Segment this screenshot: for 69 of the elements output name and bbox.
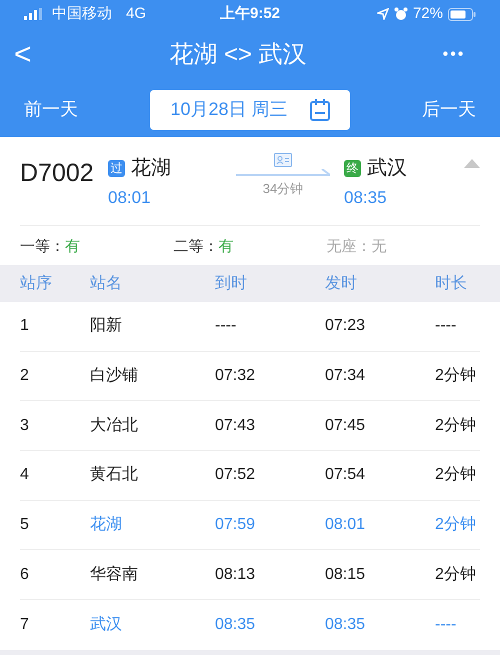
table-cell-text: 07:34: [325, 366, 366, 386]
column-header: 到时: [215, 274, 248, 294]
table-cell-text: 黄石北: [90, 464, 139, 486]
column-header: 发时: [325, 274, 358, 294]
previous-day-button[interactable]: 前一天: [24, 96, 94, 123]
table-cell-text: 2分钟: [435, 366, 477, 386]
column-header: 站名: [90, 274, 123, 294]
id-card-icon: [274, 153, 292, 167]
station-time: 08:01: [108, 187, 152, 209]
table-cell-text: 08:35: [215, 614, 256, 635]
table-cell-text: 2分钟: [435, 564, 477, 585]
column-header: 站序: [20, 274, 53, 294]
seat-availability: 无: [372, 237, 387, 257]
table-cell-text: 华容南: [90, 564, 139, 585]
seat-class-label: 无座：: [326, 237, 372, 257]
more-button[interactable]: •••: [422, 43, 486, 67]
seat-class-label: 二等：: [173, 237, 218, 257]
battery-percent: 72%: [412, 4, 443, 24]
table-cell-text: ----: [435, 614, 458, 635]
table-cell-text: 6: [20, 564, 30, 585]
table-cell-text: 大冶北: [90, 416, 139, 436]
table-cell-text: 08:13: [215, 564, 256, 585]
table-cell-text: 07:52: [215, 465, 256, 486]
calendar-icon: [310, 98, 330, 120]
alarm-icon: [394, 7, 408, 21]
table-cell-text: 2: [20, 366, 30, 386]
station-time: 08:35: [344, 187, 388, 209]
table-cell-text: ----: [215, 316, 238, 336]
stop-type-badge: 终: [344, 160, 361, 176]
table-cell-text: 7: [20, 614, 30, 635]
table-cell-text: 2分钟: [435, 416, 477, 436]
clock-time: 上午9:52: [218, 4, 282, 24]
date-picker[interactable]: 10月28日 周三: [150, 90, 350, 130]
table-cell-text: 07:59: [215, 515, 256, 536]
table-cell-text: ----: [435, 316, 458, 336]
table-cell-text: 08:35: [325, 614, 366, 635]
table-cell-text: 07:54: [325, 465, 366, 486]
travel-duration: 34分钟: [262, 180, 304, 198]
table-cell-text: 3: [20, 416, 30, 436]
table-cell-text: 5: [20, 515, 30, 536]
stop-type-badge: 过: [108, 160, 125, 176]
table-cell-text: 07:32: [215, 366, 256, 386]
table-cell-text: 07:45: [325, 416, 366, 436]
battery-icon: [448, 8, 476, 20]
table-cell-text: 白沙铺: [90, 366, 139, 386]
train-number: D7002: [20, 158, 95, 189]
back-button[interactable]: <: [14, 40, 54, 70]
station-name: 花湖: [131, 156, 171, 181]
table-cell-text: 08:15: [325, 564, 366, 585]
page-title: 花湖 <> 武汉: [168, 40, 308, 70]
location-arrow-icon: [376, 8, 389, 20]
table-cell-text: 07:23: [325, 316, 366, 336]
table-cell-text: 2分钟: [435, 515, 477, 536]
table-cell-text: 08:01: [325, 515, 366, 536]
table-cell-text: 1: [20, 316, 30, 336]
table-cell-text: 2分钟: [435, 465, 477, 486]
table-cell-text: 花湖: [90, 514, 123, 536]
column-header: 时长: [435, 274, 468, 294]
seat-availability: 有: [65, 237, 80, 257]
table-cell-text: 阳新: [90, 316, 123, 336]
network-type: 4G: [126, 4, 146, 24]
next-day-button[interactable]: 后一天: [406, 96, 476, 123]
table-cell-text: 4: [20, 465, 30, 486]
table-cell-text: 07:43: [215, 416, 256, 436]
table-cell-text: 武汉: [90, 614, 123, 635]
seat-class-label: 一等：: [20, 237, 65, 257]
station-name: 武汉: [367, 156, 407, 181]
seat-availability: 有: [218, 237, 234, 257]
carrier-name: 中国移动: [52, 4, 112, 24]
